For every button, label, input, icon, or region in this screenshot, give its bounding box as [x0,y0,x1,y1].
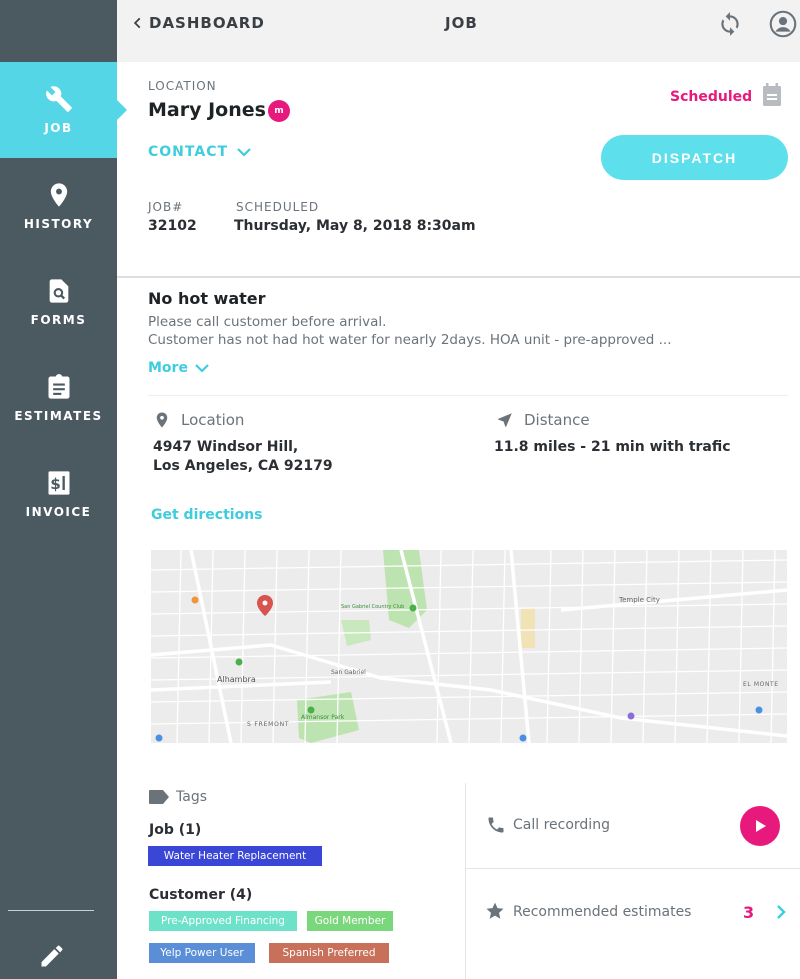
tag[interactable]: Gold Member [307,911,393,931]
contact-dropdown[interactable]: CONTACT [148,144,252,160]
recommended-count: 3 [743,903,755,922]
chevron-down-icon [195,364,209,373]
address-line: Los Angeles, CA 92179 [153,458,333,474]
map-label: San Gabriel [331,669,366,676]
map-label: San Gabriel Country Club [341,604,404,610]
scheduled-value: Thursday, May 8, 2018 8:30am [234,218,476,234]
job-description-line: Customer has not had hot water for nearl… [148,332,672,348]
calendar-icon[interactable] [761,83,783,107]
job-description-line: Please call customer before arrival. [148,314,387,330]
status-badge: Scheduled [670,89,753,105]
sidebar-item-label: ESTIMATES [14,409,103,423]
back-to-dashboard-button[interactable]: DASHBOARD [131,14,265,32]
scheduled-label: SCHEDULED [236,200,320,214]
play-icon [756,820,766,832]
tag[interactable]: Spanish Preferred [269,943,389,963]
sidebar-item-invoice[interactable]: $ INVOICE [0,446,117,542]
clipboard-icon [48,374,69,399]
recommended-estimates-label: Recommended estimates [513,904,692,920]
tags-heading-label: Tags [176,789,207,805]
map[interactable]: Alhambra S FREMONT Almansor Park Temple … [151,550,787,743]
map-label: Temple City [618,596,660,604]
user-circle-icon[interactable] [769,10,797,38]
tag-icon [149,790,169,804]
sidebar-divider [8,910,94,911]
map-pin-icon [156,412,168,428]
back-label: DASHBOARD [149,14,265,32]
more-label: More [148,360,188,376]
form-search-icon [49,279,68,303]
sidebar-item-job[interactable]: JOB [0,62,127,158]
svg-text:$: $ [50,475,61,493]
wrench-icon [45,86,72,112]
job-tags-group-label: Job (1) [149,822,202,838]
chevron-down-icon [237,148,251,157]
section-divider [148,395,788,396]
tag[interactable]: Yelp Power User [149,943,255,963]
map-pin-icon [50,183,67,207]
sidebar: JOB HISTORY FORMS ESTIMATES $ INVOICE [0,0,127,979]
avatar: m [268,100,290,122]
call-recording-label: Call recording [513,817,610,833]
chevron-right-icon[interactable] [775,904,787,920]
customer-tags-group-label: Customer (4) [149,887,253,903]
navigation-arrow-icon [498,413,512,427]
sidebar-item-label: HISTORY [23,217,94,231]
job-description-title: No hot water [148,289,266,308]
page-title: JOB [445,14,478,32]
dispatch-button[interactable]: DISPATCH [601,135,788,180]
location-heading: Location [153,410,244,430]
map-label: Almansor Park [301,714,345,721]
location-heading-label: Location [181,411,245,429]
contact-label: CONTACT [148,144,229,160]
distance-heading: Distance [496,410,590,430]
job-number: 32102 [148,218,197,234]
address-line: 4947 Windsor Hill, [153,439,299,455]
sidebar-item-forms[interactable]: FORMS [0,254,117,350]
sidebar-item-estimates[interactable]: ESTIMATES [0,350,117,446]
sidebar-item-label: INVOICE [25,505,92,519]
map-label: S FREMONT [247,721,289,728]
distance-heading-label: Distance [524,411,590,429]
dollar-invoice-icon: $ [48,471,69,495]
phone-icon [488,817,504,833]
star-icon [486,902,504,919]
map-label: Alhambra [217,675,256,684]
sidebar-item-history[interactable]: HISTORY [0,158,117,254]
tag[interactable]: Water Heater Replacement [148,846,322,866]
sidebar-item-label: FORMS [30,313,87,327]
panel-divider [117,276,800,278]
pencil-icon[interactable] [38,942,66,970]
top-bar: DASHBOARD JOB [117,0,800,62]
map-label: EL MONTE [743,681,779,688]
map-canvas: Alhambra S FREMONT Almansor Park Temple … [151,550,787,743]
tags-heading: Tags [149,789,207,805]
location-label: LOCATION [148,79,217,93]
get-directions-link[interactable]: Get directions [151,507,262,523]
tag[interactable]: Pre-Approved Financing [149,911,297,931]
customer-name: Mary Jones [148,99,266,121]
sidebar-item-label: JOB [44,121,73,135]
job-number-label: JOB# [148,200,184,214]
chevron-left-icon [133,17,141,29]
distance-value: 11.8 miles - 21 min with trafic [494,439,731,455]
play-button[interactable] [740,806,780,846]
more-button[interactable]: More [148,360,210,376]
sync-icon[interactable] [717,11,743,37]
